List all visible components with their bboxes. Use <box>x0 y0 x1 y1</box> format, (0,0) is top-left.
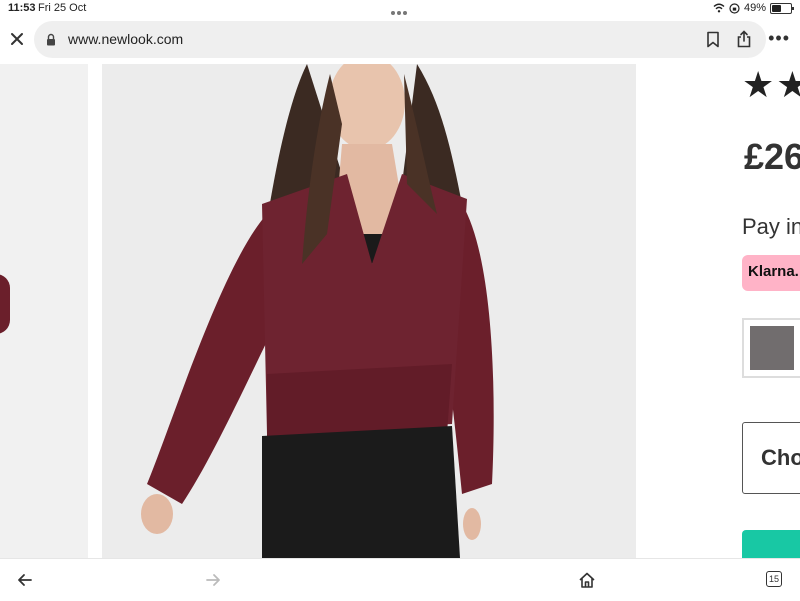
browser-toolbar: www.newlook.com ••• <box>0 16 800 64</box>
battery-icon <box>770 2 794 14</box>
status-time: 11:53 <box>8 2 36 14</box>
product-image[interactable] <box>102 64 636 558</box>
more-icon[interactable]: ••• <box>768 28 790 49</box>
klarna-label: Klarna. <box>748 263 799 280</box>
colour-swatch[interactable] <box>742 318 800 378</box>
status-date: Fri 25 Oct <box>38 2 87 14</box>
sweater-sleeve-image-fragment <box>0 274 10 334</box>
choose-size-label: Cho <box>761 445 800 470</box>
colour-swatch-fill <box>750 326 794 370</box>
pay-in-text: Pay in <box>742 214 800 239</box>
bookmark-icon[interactable] <box>706 31 720 48</box>
product-price: £26 <box>744 136 800 177</box>
status-bar: 11:53 Fri 25 Oct 49% <box>0 0 800 16</box>
tabs-icon[interactable]: 15 <box>766 571 782 587</box>
battery-percent: 49% <box>743 2 766 14</box>
model-wearing-burgundy-wrap-cardigan-image <box>102 64 636 558</box>
home-icon[interactable] <box>578 571 596 589</box>
browser-bottom-bar: 15 <box>0 558 800 601</box>
multitask-dots-icon[interactable] <box>391 6 409 15</box>
forward-arrow-icon[interactable] <box>204 571 222 589</box>
status-indicators: 49% <box>713 2 794 14</box>
back-arrow-icon[interactable] <box>16 571 34 589</box>
orientation-lock-icon <box>729 2 740 14</box>
choose-size-button[interactable]: Cho <box>742 422 800 494</box>
add-to-bag-button[interactable] <box>742 530 800 558</box>
address-bar[interactable]: www.newlook.com <box>34 21 766 58</box>
lock-icon <box>47 33 55 46</box>
rating-stars[interactable]: ★★ <box>742 64 800 106</box>
url-text[interactable]: www.newlook.com <box>68 31 183 47</box>
product-info-panel: ★★ £26 Pay in Klarna. Cho <box>742 64 800 558</box>
previous-product-image[interactable] <box>0 64 88 558</box>
wifi-icon <box>713 3 725 13</box>
close-icon[interactable] <box>8 30 26 48</box>
klarna-badge[interactable]: Klarna. <box>742 255 800 291</box>
page-content: ★★ £26 Pay in Klarna. Cho <box>0 64 800 558</box>
share-icon[interactable] <box>736 30 752 48</box>
